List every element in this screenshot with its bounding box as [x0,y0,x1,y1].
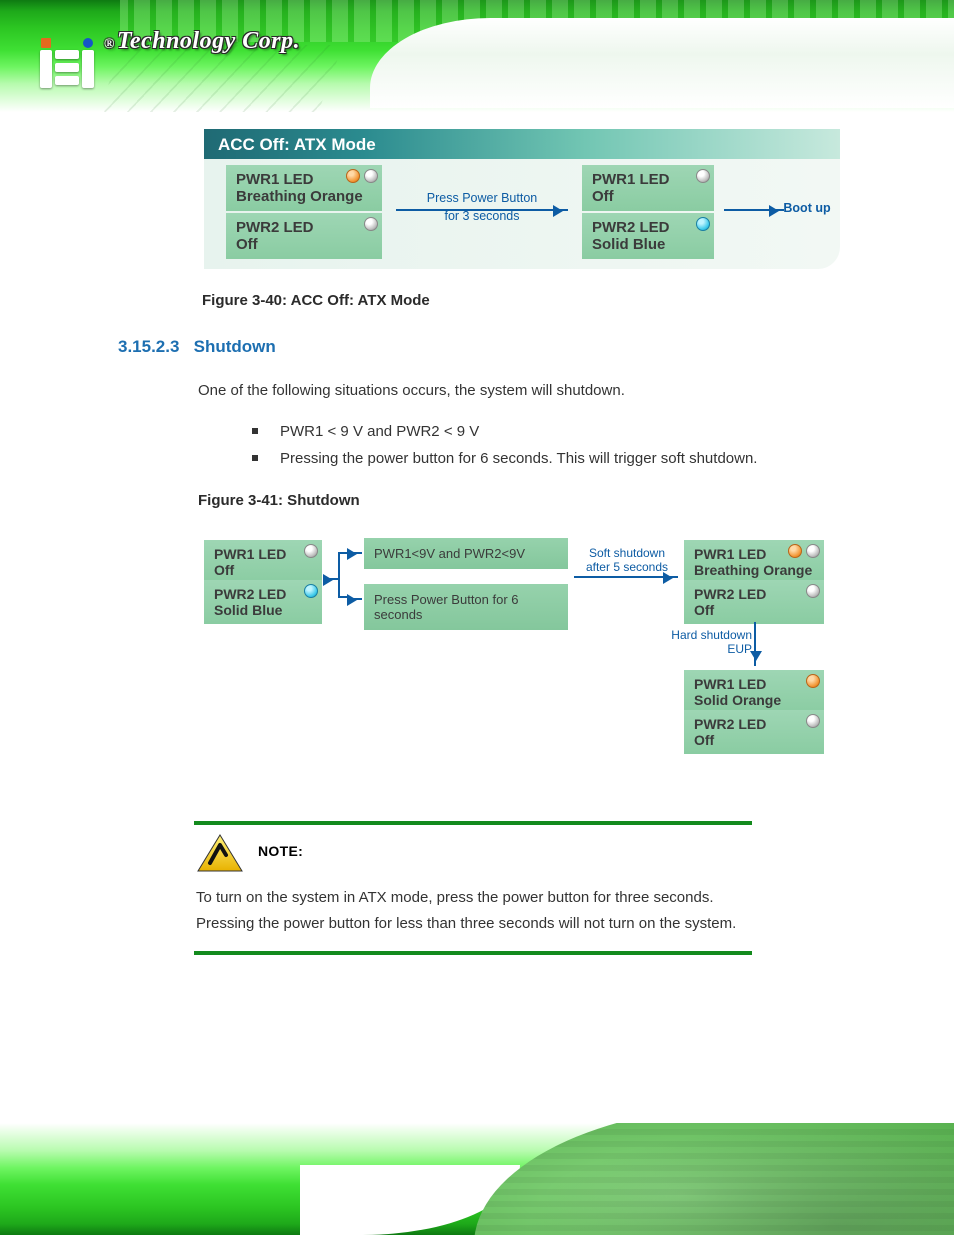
d2-arrow-hard [754,622,756,666]
heading-text: Shutdown [194,337,276,356]
page-number: 48 [109,1207,125,1223]
d1-led4-box: PWR2 LED Solid Blue [582,213,714,259]
brand-logo: ®Technology Corp. [40,28,300,88]
note-block: NOTE: To turn on the system in ATX mode,… [194,821,752,955]
diagram2-caption: Figure 3-41: Shutdown [198,492,360,509]
d2-led5-name: PWR1 LED [694,676,814,692]
d2-cond2-box: Press Power Button for 6 seconds [364,584,568,630]
brand-text: ®Technology Corp. [104,28,300,55]
iei-mark [40,38,94,88]
d2-cond1-box: PWR1<9V and PWR2<9V [364,538,568,569]
arrow1-label-2: for 3 seconds [392,209,572,223]
led-blue-icon [304,584,318,598]
d2-led4-state: Off [694,602,814,618]
footer-pcb-art [474,1123,954,1235]
shutdown-intro: One of the following situations occurs, … [198,378,828,403]
d1-led2-name: PWR2 LED [236,219,372,236]
d2-arrow-soft [574,576,678,578]
heading-number: 3.15.2.3 [118,337,179,356]
led-off-icon [304,544,318,558]
header-band: ®Technology Corp. IVS-200-ET2 [0,0,954,112]
led-off-icon [364,217,378,231]
led-off-icon [364,169,378,183]
shutdown-bullet-list: PWR1 < 9 V and PWR2 < 9 V Pressing the p… [252,418,812,472]
d1-led1-state: Breathing Orange [236,188,372,205]
footer-band: Page 48 [0,1123,954,1235]
d2-led2-state: Solid Blue [214,602,312,618]
d2-led5-box: PWR1 LED Solid Orange [684,670,824,714]
diagram-shutdown: PWR1 LED Off PWR2 LED Solid Blue PWR1<9V… [198,538,840,778]
led-off-icon [806,584,820,598]
d2-led5-state: Solid Orange [694,692,814,708]
d2-soft-1: Soft shutdown [574,546,680,560]
d2-led2-name: PWR2 LED [214,586,312,602]
d1-led1-box: PWR1 LED Breathing Orange [226,165,382,211]
d1-led3-name: PWR1 LED [592,171,704,188]
d1-led4-name: PWR2 LED [592,219,704,236]
led-off-icon [806,544,820,558]
d2-led6-box: PWR2 LED Off [684,710,824,754]
d2-led1-state: Off [214,562,312,578]
diagram-acc-off-atx: ACC Off: ATX Mode PWR1 LED Breathing Ora… [204,129,840,269]
d2-led4-box: PWR2 LED Off [684,580,824,624]
d2-led6-state: Off [694,732,814,748]
led-off-icon [696,169,710,183]
d1-led3-box: PWR1 LED Off [582,165,714,211]
d2-stem [326,578,338,580]
d2-led3-box: PWR1 LED Breathing Orange [684,540,824,584]
note-rule-bottom [194,951,752,955]
note-body: To turn on the system in ATX mode, press… [194,879,752,951]
d2-led4-name: PWR2 LED [694,586,814,602]
led-orange-icon [346,169,360,183]
diagram1-caption: Figure 3-40: ACC Off: ATX Mode [202,292,430,309]
diagram1-title: ACC Off: ATX Mode [204,129,840,159]
d2-fork-top [350,552,362,554]
registered-mark: ® [104,37,115,52]
led-orange-icon [788,544,802,558]
arrow2-label: Boot up [772,201,842,215]
d2-cond2: Press Power Button for 6 seconds [374,592,519,622]
led-off-icon [806,714,820,728]
d2-fork-bot [350,598,362,600]
page-label: Page [70,1207,103,1223]
d2-hard-1: Hard shutdown [660,628,752,642]
d2-led6-name: PWR2 LED [694,716,814,732]
d2-cond1: PWR1<9V and PWR2<9V [374,546,525,561]
d1-led3-state: Off [592,188,704,205]
arrow1-label-1: Press Power Button [392,191,572,205]
d1-led4-state: Solid Blue [592,236,704,253]
d2-led3-state: Breathing Orange [694,562,814,578]
d2-led1-box: PWR1 LED Off [204,540,322,584]
d1-led2-box: PWR2 LED Off [226,213,382,259]
led-blue-icon [696,217,710,231]
d2-led1-name: PWR1 LED [214,546,312,562]
bullet-1: PWR1 < 9 V and PWR2 < 9 V [252,418,812,445]
page-content: ACC Off: ATX Mode PWR1 LED Breathing Ora… [0,112,954,1123]
note-warning-icon [196,833,244,873]
bullet-2: Pressing the power button for 6 seconds.… [252,445,812,472]
brand-name: Technology Corp. [117,28,300,54]
d2-led2-box: PWR2 LED Solid Blue [204,580,322,624]
d2-hard-2: EUP [660,642,752,656]
led-orange-icon [806,674,820,688]
d2-soft-2: after 5 seconds [574,560,680,574]
note-title: NOTE: [258,833,303,859]
d1-led2-state: Off [236,236,372,253]
